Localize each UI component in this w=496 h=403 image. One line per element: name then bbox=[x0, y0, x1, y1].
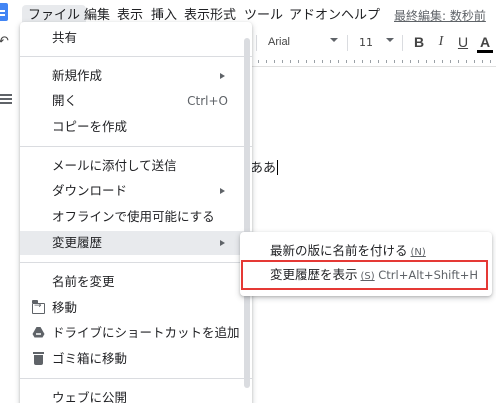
menu-divider bbox=[20, 146, 252, 147]
file-menu-rename[interactable]: 名前を変更 bbox=[20, 270, 252, 294]
file-menu-label: ウェブに公開 bbox=[52, 390, 128, 403]
name-current-version-item[interactable]: 最新の版に名前を付ける (N) bbox=[240, 238, 492, 264]
underline-button[interactable]: U bbox=[455, 33, 471, 51]
ruler-edge bbox=[250, 66, 496, 67]
version-history-submenu: 最新の版に名前を付ける (N) 変更履歴を表示 (S) Ctrl+Alt+Shift… bbox=[240, 232, 492, 296]
toolbar-divider bbox=[402, 35, 403, 51]
file-menu-add-shortcut[interactable]: ドライブにショートカットを追加 bbox=[20, 321, 252, 345]
menu-divider bbox=[20, 56, 252, 57]
document-text: ああ bbox=[250, 161, 277, 176]
shortcut-label: Ctrl+Alt+Shift+H bbox=[378, 268, 478, 282]
file-menu-open[interactable]: 開く Ctrl+O bbox=[20, 89, 252, 113]
menu-scrollbar[interactable] bbox=[244, 38, 250, 388]
file-menu-download[interactable]: ダウンロード bbox=[20, 179, 252, 203]
toolbar-divider bbox=[256, 35, 257, 51]
file-menu-label: コピーを作成 bbox=[52, 119, 128, 134]
outline-list-icon[interactable] bbox=[0, 94, 12, 104]
file-menu-label: オフラインで使用可能にする bbox=[52, 209, 215, 224]
drive-shortcut-icon bbox=[32, 326, 45, 339]
access-key-hint: (S) bbox=[360, 271, 375, 282]
file-menu-label: ドライブにショートカットを追加 bbox=[52, 325, 240, 340]
file-menu-publish-web[interactable]: ウェブに公開 bbox=[20, 386, 252, 403]
access-key-hint: (N) bbox=[410, 247, 426, 258]
submenu-label-text: 最新の版に名前を付ける bbox=[270, 243, 408, 258]
font-size-caret-icon[interactable] bbox=[386, 38, 394, 42]
file-menu-new[interactable]: 新規作成 bbox=[20, 64, 252, 88]
text-color-button[interactable]: A bbox=[477, 33, 493, 51]
text-color-swatch bbox=[477, 50, 493, 53]
italic-button[interactable]: I bbox=[433, 33, 449, 51]
undo-icon[interactable]: ↶ bbox=[0, 34, 9, 49]
file-menu-version-history[interactable]: 変更履歴 bbox=[20, 231, 252, 255]
trash-icon bbox=[32, 352, 45, 365]
see-version-history-item[interactable]: 変更履歴を表示 (S) Ctrl+Alt+Shift+H bbox=[240, 262, 492, 288]
file-menu-label: 変更履歴 bbox=[52, 235, 103, 250]
file-menu-trash[interactable]: ゴミ箱に移動 bbox=[20, 347, 252, 371]
file-menu-make-copy[interactable]: コピーを作成 bbox=[20, 115, 252, 139]
menu-divider bbox=[20, 378, 252, 379]
ruler[interactable] bbox=[250, 57, 496, 66]
shortcut-label: Ctrl+O bbox=[187, 94, 228, 108]
file-menu: 共有 新規作成 開く Ctrl+O コピーを作成 メールに添付して送信 ダウンロ… bbox=[20, 22, 252, 403]
docs-logo-icon[interactable] bbox=[0, 3, 8, 21]
file-menu-make-offline[interactable]: オフラインで使用可能にする bbox=[20, 205, 252, 229]
folder-move-icon bbox=[31, 300, 45, 314]
file-menu-email-attachment[interactable]: メールに添付して送信 bbox=[20, 154, 252, 178]
document-body[interactable]: ああ bbox=[250, 157, 279, 176]
file-menu-label: ダウンロード bbox=[52, 183, 128, 198]
file-menu-label: メールに添付して送信 bbox=[52, 158, 177, 173]
bold-button[interactable]: B bbox=[411, 33, 427, 51]
submenu-label: 最新の版に名前を付ける (N) bbox=[270, 243, 426, 261]
file-menu-label: 開く bbox=[52, 93, 78, 108]
file-menu-label: 名前を変更 bbox=[52, 274, 115, 289]
file-menu-label: ゴミ箱に移動 bbox=[52, 351, 128, 366]
submenu-label: 変更履歴を表示 (S) bbox=[270, 267, 375, 285]
submenu-arrow-icon bbox=[220, 73, 225, 79]
file-menu-move[interactable]: 移動 bbox=[20, 296, 252, 320]
file-menu-share[interactable]: 共有 bbox=[20, 26, 252, 50]
submenu-arrow-icon bbox=[220, 240, 225, 246]
text-cursor bbox=[277, 160, 279, 175]
font-select[interactable]: Arial bbox=[268, 34, 290, 51]
submenu-arrow-icon bbox=[220, 188, 225, 194]
menu-divider bbox=[20, 262, 252, 263]
font-dropdown-caret-icon[interactable] bbox=[330, 38, 338, 42]
toolbar-divider bbox=[347, 35, 348, 51]
file-menu-label: 移動 bbox=[52, 300, 78, 315]
last-edit-link[interactable]: 最終編集: 数秒前 bbox=[394, 5, 486, 27]
submenu-label-text: 変更履歴を表示 bbox=[270, 267, 358, 282]
font-size-select[interactable]: 11 bbox=[359, 34, 373, 51]
file-menu-label: 共有 bbox=[52, 30, 78, 45]
file-menu-label: 新規作成 bbox=[52, 68, 103, 83]
menu-help[interactable]: ヘルプ bbox=[335, 5, 386, 27]
